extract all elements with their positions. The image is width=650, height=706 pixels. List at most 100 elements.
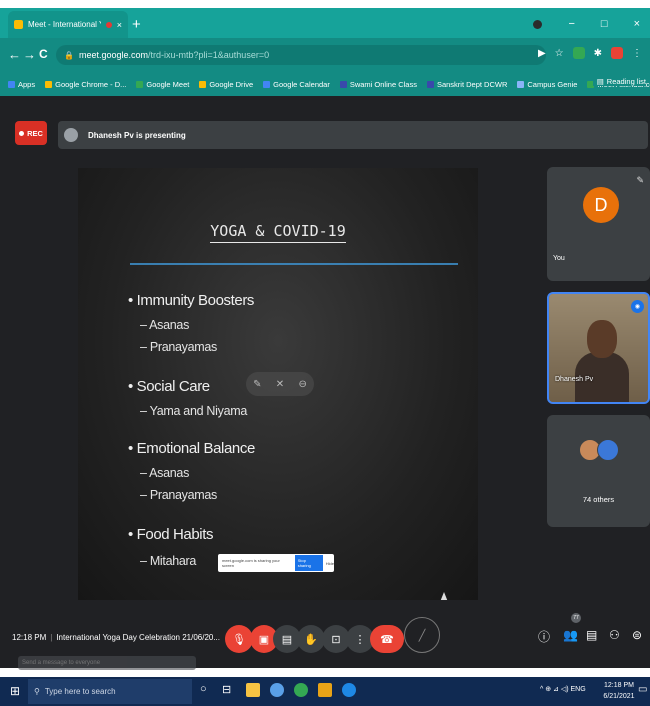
raise-hand-button[interactable]: ✋ <box>297 625 325 653</box>
cast-icon[interactable]: ▶ <box>538 48 546 59</box>
cortana-icon[interactable]: ○ <box>200 683 214 697</box>
other-avatar-2 <box>597 439 619 461</box>
sub-asanas-1: – Asanas <box>140 318 190 332</box>
meeting-time: 12:18 PM <box>12 633 47 642</box>
recording-dot-icon <box>105 21 112 28</box>
sub-pranayamas-2: – Pranayamas <box>140 488 217 502</box>
sub-asanas-2: – Asanas <box>140 466 190 480</box>
file-explorer-icon[interactable] <box>246 683 260 697</box>
bookmark-favicon-icon <box>199 80 207 88</box>
tab-close-icon[interactable]: × <box>117 20 122 30</box>
others-count: 74 others <box>582 495 615 504</box>
mic-toggle-button[interactable]: 🎙 <box>225 625 253 653</box>
task-view-icon[interactable]: ⊟ <box>222 683 236 697</box>
back-button[interactable]: ← <box>8 47 21 62</box>
stop-sharing-button[interactable]: Stop sharing <box>294 555 323 571</box>
video-person-face <box>587 320 617 358</box>
whatsapp-icon[interactable] <box>294 683 308 697</box>
bookmark-favicon-icon <box>517 80 525 88</box>
host-controls-button[interactable]: ⊜ <box>632 628 642 642</box>
lock-icon: 🔒 <box>64 50 74 60</box>
extensions-puzzle-icon[interactable]: ✱ <box>594 48 602 59</box>
taskbar-clock[interactable]: 12:18 PM 6/21/2021 <box>600 680 638 702</box>
reload-button[interactable]: C <box>39 47 48 61</box>
bullet-immunity: • Immunity Boosters <box>128 292 255 309</box>
mouse-cursor-icon <box>440 592 448 600</box>
bookmark-item[interactable]: Google Calendar <box>263 80 330 89</box>
screen-share-snackbar: meet.google.com is sharing your screen S… <box>218 554 334 572</box>
reading-list-button[interactable]: ▤ Reading list <box>592 77 646 86</box>
address-bar-row: ← → C 🔒 meet.google.com/trd-ixu-mtb?pli=… <box>0 38 650 72</box>
extension-red-icon[interactable] <box>611 47 623 59</box>
presenting-text: Dhanesh Pv is presenting <box>88 130 186 140</box>
browser-tab-strip: Meet - International Yoga D... × + − □ × <box>0 8 650 38</box>
bullet-emotional-balance: • Emotional Balance <box>128 440 255 457</box>
avatar: D <box>583 187 619 223</box>
tile-others[interactable]: 74 others <box>547 415 650 527</box>
presenter-avatar-icon <box>64 128 78 142</box>
rec-dot-icon <box>19 130 25 136</box>
system-tray[interactable]: ^ ⊕ ⊿ ◁) ENG <box>540 685 586 693</box>
bookmark-favicon-icon <box>339 80 347 88</box>
bookmark-item[interactable]: Google Meet <box>136 80 189 89</box>
tile-presenter[interactable]: ◉ Dhanesh Pv <box>547 292 650 404</box>
bookmark-item[interactable]: Campus Genie <box>517 80 577 89</box>
remove-icon[interactable]: ⊖ <box>298 379 306 390</box>
sub-mitahara: – Mitahara <box>140 554 197 568</box>
taskbar-search[interactable]: ⚲ Type here to search <box>28 679 192 704</box>
sub-pranayamas-1: – Pranayamas <box>140 340 217 354</box>
hide-button[interactable]: Hide <box>326 561 334 566</box>
slide-title: YOGA & COVID-19 <box>78 222 478 243</box>
edge-icon[interactable] <box>342 683 356 697</box>
camera-off-icon: ▣ <box>258 633 270 646</box>
mute-icon[interactable]: ✕ <box>276 379 284 390</box>
menu-kebab-icon[interactable]: ⋮ <box>632 48 642 59</box>
app-icon[interactable] <box>318 683 332 697</box>
bookmark-item[interactable]: Sanskrit Dept DCWR <box>426 80 507 89</box>
omnibox[interactable]: 🔒 meet.google.com/trd-ixu-mtb?pli=1&auth… <box>56 45 546 65</box>
search-icon: ⚲ <box>34 687 40 696</box>
chrome-icon[interactable] <box>270 683 284 697</box>
people-button[interactable]: 👥 <box>563 628 578 642</box>
leave-call-button[interactable]: ☎ <box>370 625 404 653</box>
toolbar-icons: ▶ ☆ ✱ ⋮ <box>538 47 642 59</box>
notification-center-icon[interactable]: ▭ <box>638 684 647 695</box>
new-tab-button[interactable]: + <box>132 17 141 32</box>
pin-icon[interactable]: ✎ <box>253 379 261 390</box>
meeting-details-button[interactable]: ⓘ <box>538 628 550 645</box>
bookmark-item[interactable]: Swami Online Class <box>339 80 417 89</box>
tile-you-label: You <box>553 255 565 262</box>
window-controls: − □ × <box>533 18 640 30</box>
extension-green-icon[interactable] <box>572 47 585 59</box>
windows-start-icon[interactable]: ⊞ <box>10 684 20 698</box>
more-vert-icon: ⋮ <box>354 633 366 646</box>
bookmark-item[interactable]: Google Drive <box>199 80 253 89</box>
hang-up-icon: ☎ <box>380 633 394 646</box>
bookmark-item[interactable]: Google Chrome - D... <box>45 80 126 89</box>
minimize-button[interactable]: − <box>568 18 574 30</box>
meeting-title[interactable]: International Yoga Day Celebration 21/06… <box>56 633 220 642</box>
bookmark-star-icon[interactable]: ☆ <box>555 48 564 59</box>
bookmark-item[interactable]: Apps <box>8 80 35 89</box>
forward-button[interactable]: → <box>23 47 36 62</box>
close-window-button[interactable]: × <box>634 18 640 30</box>
browser-tab[interactable]: Meet - International Yoga D... × <box>8 11 128 38</box>
recording-badge[interactable]: REC <box>15 121 47 145</box>
cursor-line-icon: ╱ <box>418 629 426 642</box>
info-separator: | <box>50 633 53 642</box>
slide-hover-controls: ✎ ✕ ⊖ <box>246 372 314 396</box>
captions-icon: ▤ <box>281 633 293 646</box>
chat-button[interactable]: ▤ <box>586 628 597 642</box>
activities-button[interactable]: ⚇ <box>609 628 620 642</box>
speaking-indicator-icon: ◉ <box>631 300 644 313</box>
mic-off-icon: 🎙 <box>232 633 246 646</box>
bookmark-favicon-icon <box>136 80 144 88</box>
bookmark-favicon-icon <box>263 80 271 88</box>
maximize-button[interactable]: □ <box>601 18 608 30</box>
bullet-food-habits: • Food Habits <box>128 526 214 543</box>
presentation-slide: YOGA & COVID-19 • Immunity Boosters – As… <box>78 168 478 600</box>
bookmark-favicon-icon <box>8 80 15 88</box>
profile-icon[interactable] <box>533 19 543 29</box>
chat-input-ghost[interactable]: Send a message to everyone <box>18 656 196 670</box>
tile-you[interactable]: D ✎ You <box>547 167 650 281</box>
